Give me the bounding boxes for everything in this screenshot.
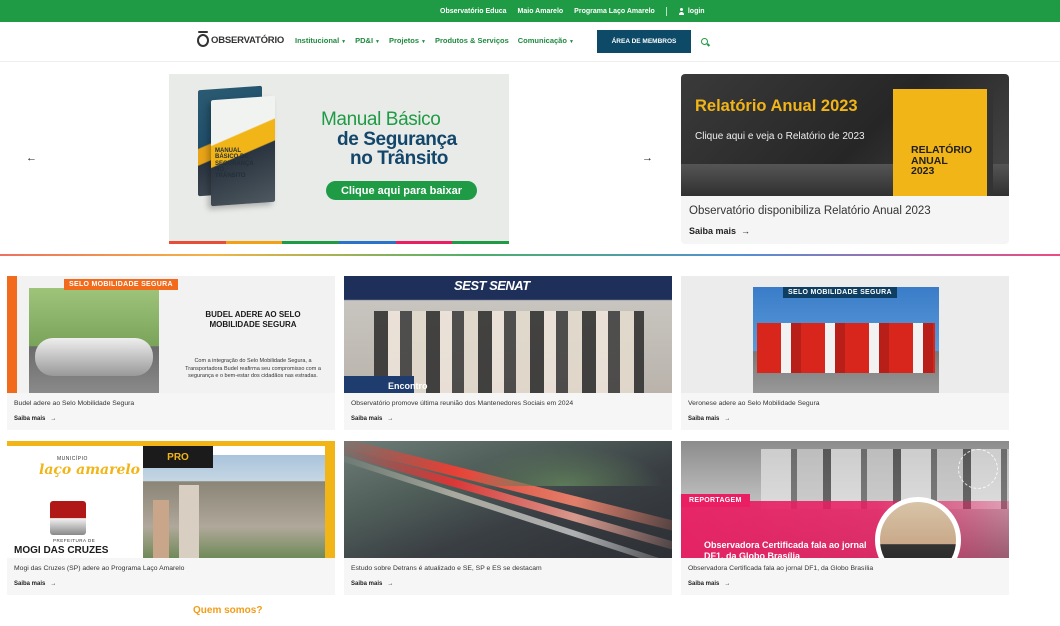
- orange-stripe: [7, 276, 17, 393]
- user-icon: [678, 7, 685, 15]
- tag-label: PRO: [143, 446, 213, 468]
- city-photo: [143, 455, 325, 558]
- menu-item-pdi[interactable]: PD&I ▼: [355, 36, 380, 45]
- top-links: Observatório Educa Maio Amarelo Programa…: [440, 0, 705, 22]
- menu-item-produtos-servicos[interactable]: Produtos & Serviços: [435, 36, 509, 45]
- report-book-title: RELATÓRIO ANUAL 2023: [911, 144, 973, 177]
- hero-banner-manual[interactable]: MANUAL BÁSICO DE SEGURANÇA NO TRÂNSITO M…: [169, 74, 509, 244]
- card-more-link[interactable]: Saiba mais →: [14, 416, 56, 422]
- red-trucks: [757, 323, 935, 373]
- featured-card[interactable]: Relatório Anual 2023 Clique aqui e veja …: [681, 74, 1009, 244]
- tag-label: SELO MOBILIDADE SEGURA: [64, 279, 178, 290]
- news-image: SELO MOBILIDADE SEGURA BUDEL ADERE AO SE…: [7, 276, 335, 393]
- card-image-body: Com a integração do Selo Mobilidade Segu…: [185, 358, 321, 380]
- card-caption[interactable]: Observadora Certificada fala ao jornal D…: [688, 565, 873, 572]
- card-caption[interactable]: Veronese adere ao Selo Mobilidade Segura: [688, 400, 820, 407]
- menu-item-institucional[interactable]: Institucional ▼: [295, 36, 346, 45]
- top-link-programa-laco-amarelo[interactable]: Programa Laço Amarelo: [574, 8, 655, 15]
- yellow-stripe-right: [325, 441, 335, 558]
- trees: [464, 446, 664, 486]
- search-icon[interactable]: [701, 38, 708, 45]
- news-image: [344, 441, 672, 558]
- separator: [665, 6, 667, 16]
- news-card[interactable]: SELO MOBILIDADE SEGURA BUDEL ADERE AO SE…: [7, 276, 335, 430]
- top-utility-bar: Observatório Educa Maio Amarelo Programa…: [0, 0, 1060, 22]
- card-more-link[interactable]: Saiba mais →: [351, 416, 393, 422]
- about-heading: Quem somos?: [193, 605, 263, 616]
- chevron-down-icon: ▼: [568, 39, 574, 45]
- featured-image-subtitle: Clique aqui e veja o Relatório de 2023: [695, 131, 865, 142]
- card-more-link[interactable]: Saiba mais →: [688, 581, 730, 587]
- building: [179, 485, 199, 558]
- main-menu: Institucional ▼ PD&I ▼ Projetos ▼ Produtos …: [295, 36, 574, 45]
- hero-title-line2: de Segurança: [337, 129, 457, 150]
- trucks-photo: [753, 287, 939, 393]
- truck-photo: [29, 288, 159, 393]
- download-button[interactable]: Clique aqui para baixar: [326, 181, 477, 200]
- news-card[interactable]: Estudo sobre Detrans é atualizado e SE, …: [344, 441, 672, 595]
- building: [153, 500, 169, 558]
- chevron-down-icon: ▼: [341, 39, 347, 45]
- news-card[interactable]: PRO MUNICÍPIO laço amarelo PREFEITURA DE…: [7, 441, 335, 595]
- news-image: SEST SENAT Encontro: [344, 276, 672, 393]
- arrow-right-icon: →: [724, 416, 731, 422]
- menu-item-projetos[interactable]: Projetos ▼: [389, 36, 426, 45]
- city-name: MOGI DAS CRUZES: [14, 545, 109, 556]
- card-more-link[interactable]: Saiba mais →: [14, 581, 56, 587]
- login-link[interactable]: login: [678, 7, 705, 15]
- report-book: RELATÓRIO ANUAL 2023: [893, 89, 987, 196]
- card-more-link[interactable]: Saiba mais →: [351, 581, 393, 587]
- featured-headline[interactable]: Observatório disponibiliza Relatório Anu…: [689, 205, 931, 217]
- members-area-button[interactable]: ÁREA DE MEMBROS: [597, 30, 691, 53]
- tag-label: SELO MOBILIDADE SEGURA: [783, 287, 897, 298]
- book-label: MANUAL BÁSICO DE SEGURANÇA NO TRÂNSITO: [215, 148, 254, 180]
- news-card[interactable]: REPORTAGEM Observadora Certificada fala …: [681, 441, 1009, 595]
- section-divider: [0, 254, 1060, 256]
- menu-item-comunicacao[interactable]: Comunicação ▼: [518, 36, 574, 45]
- tanker-shape: [35, 338, 153, 376]
- arrow-right-icon: →: [50, 581, 57, 587]
- arrow-right-icon: →: [387, 581, 394, 587]
- chevron-down-icon: ▼: [421, 39, 426, 45]
- card-more-link[interactable]: Saiba mais →: [688, 416, 730, 422]
- arrow-right-icon: →: [724, 581, 731, 587]
- arrow-left-icon[interactable]: ←: [26, 152, 37, 164]
- badge-icon: [958, 449, 998, 489]
- featured-more-link[interactable]: Saiba mais →: [689, 226, 750, 236]
- arrow-right-icon: →: [387, 416, 394, 422]
- featured-image: Relatório Anual 2023 Clique aqui e veja …: [681, 74, 1009, 196]
- news-image: PRO MUNICÍPIO laço amarelo PREFEITURA DE…: [7, 441, 335, 558]
- arrow-right-icon: →: [50, 416, 57, 422]
- featured-image-title: Relatório Anual 2023: [695, 97, 858, 115]
- arrow-right-icon: →: [741, 226, 751, 236]
- sest-senat-banner: SEST SENAT: [454, 278, 530, 293]
- main-navigation: OBSERVATÓRIO Institucional ▼ PD&I ▼ Projet…: [0, 22, 1060, 62]
- coat-of-arms-icon: [50, 501, 86, 535]
- news-card[interactable]: SEST SENAT Encontro Observatório promove…: [344, 276, 672, 430]
- card-caption[interactable]: Mogi das Cruzes (SP) adere ao Programa L…: [14, 565, 184, 572]
- card-image-title: BUDEL ADERE AO SELO MOBILIDADE SEGURA: [205, 310, 301, 330]
- card-caption[interactable]: Observatório promove última reunião dos …: [351, 400, 573, 407]
- hero-title-line3: no Trânsito: [350, 148, 448, 169]
- card-caption[interactable]: Budel adere ao Selo Mobilidade Segura: [14, 400, 134, 407]
- news-card[interactable]: SELO MOBILIDADE SEGURA Veronese adere ao…: [681, 276, 1009, 430]
- news-image: REPORTAGEM Observadora Certificada fala …: [681, 441, 1009, 558]
- card-image-title: Observadora Certificada fala ao jornal D…: [704, 540, 867, 558]
- card-caption[interactable]: Estudo sobre Detrans é atualizado e SE, …: [351, 565, 542, 572]
- tag-label: REPORTAGEM: [681, 494, 750, 507]
- site-logo[interactable]: OBSERVATÓRIO: [197, 31, 285, 47]
- hero-title-line1: Manual Básico: [321, 109, 441, 130]
- chevron-down-icon: ▼: [375, 39, 380, 45]
- login-label: login: [687, 7, 705, 15]
- city-small: PREFEITURA DE: [53, 538, 96, 543]
- news-image: SELO MOBILIDADE SEGURA: [681, 276, 1009, 393]
- laco-amarelo-logo: laço amarelo: [39, 462, 141, 478]
- arrow-right-icon[interactable]: →: [642, 152, 653, 164]
- logo-icon: [197, 31, 209, 47]
- hero-color-strip: [169, 241, 510, 244]
- logo-text: OBSERVATÓRIO: [211, 35, 285, 46]
- card-image-label: Encontro: [344, 376, 428, 393]
- top-link-maio-amarelo[interactable]: Maio Amarelo: [518, 8, 564, 15]
- top-link-observatorio-educa[interactable]: Observatório Educa: [440, 8, 507, 15]
